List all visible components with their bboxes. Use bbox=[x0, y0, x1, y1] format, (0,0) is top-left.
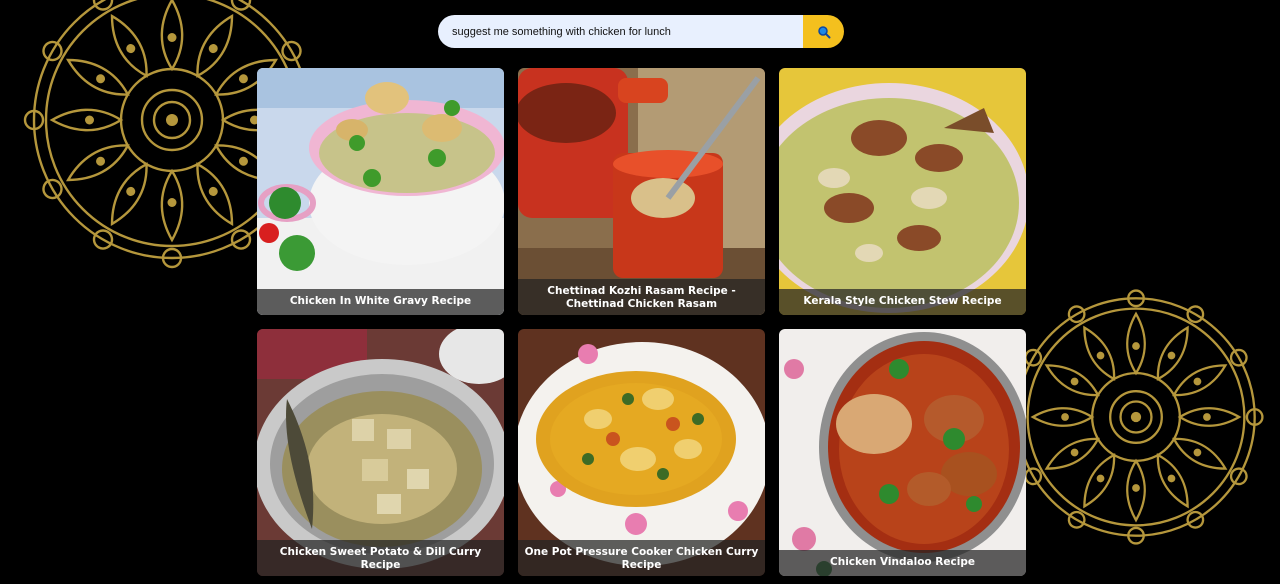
recipe-image bbox=[257, 68, 504, 315]
recipe-title: Chicken Vindaloo Recipe bbox=[779, 550, 1026, 576]
recipe-card[interactable]: Kerala Style Chicken Stew Recipe bbox=[779, 68, 1026, 315]
search-input[interactable] bbox=[438, 15, 803, 48]
search-button[interactable] bbox=[803, 15, 844, 48]
search-bar bbox=[438, 15, 844, 48]
recipe-image bbox=[779, 68, 1026, 315]
recipe-image bbox=[257, 329, 504, 576]
recipe-card[interactable]: Chicken In White Gravy Recipe bbox=[257, 68, 504, 315]
recipe-title: Chettinad Kozhi Rasam Recipe - Chettinad… bbox=[518, 279, 765, 315]
recipe-title: Chicken Sweet Potato & Dill Curry Recipe bbox=[257, 540, 504, 576]
recipe-image bbox=[779, 329, 1026, 576]
recipe-card[interactable]: One Pot Pressure Cooker Chicken Curry Re… bbox=[518, 329, 765, 576]
mandala-decoration-right bbox=[1008, 289, 1264, 545]
recipe-image bbox=[518, 329, 765, 576]
recipe-title: Chicken In White Gravy Recipe bbox=[257, 289, 504, 315]
recipe-card[interactable]: Chicken Vindaloo Recipe bbox=[779, 329, 1026, 576]
recipe-card[interactable]: Chicken Sweet Potato & Dill Curry Recipe bbox=[257, 329, 504, 576]
recipe-image bbox=[518, 68, 765, 315]
search-icon bbox=[817, 25, 830, 38]
recipe-card[interactable]: Chettinad Kozhi Rasam Recipe - Chettinad… bbox=[518, 68, 765, 315]
recipe-grid: Chicken In White Gravy Recipe Chettinad … bbox=[257, 68, 1026, 576]
recipe-title: One Pot Pressure Cooker Chicken Curry Re… bbox=[518, 540, 765, 576]
recipe-title: Kerala Style Chicken Stew Recipe bbox=[779, 289, 1026, 315]
